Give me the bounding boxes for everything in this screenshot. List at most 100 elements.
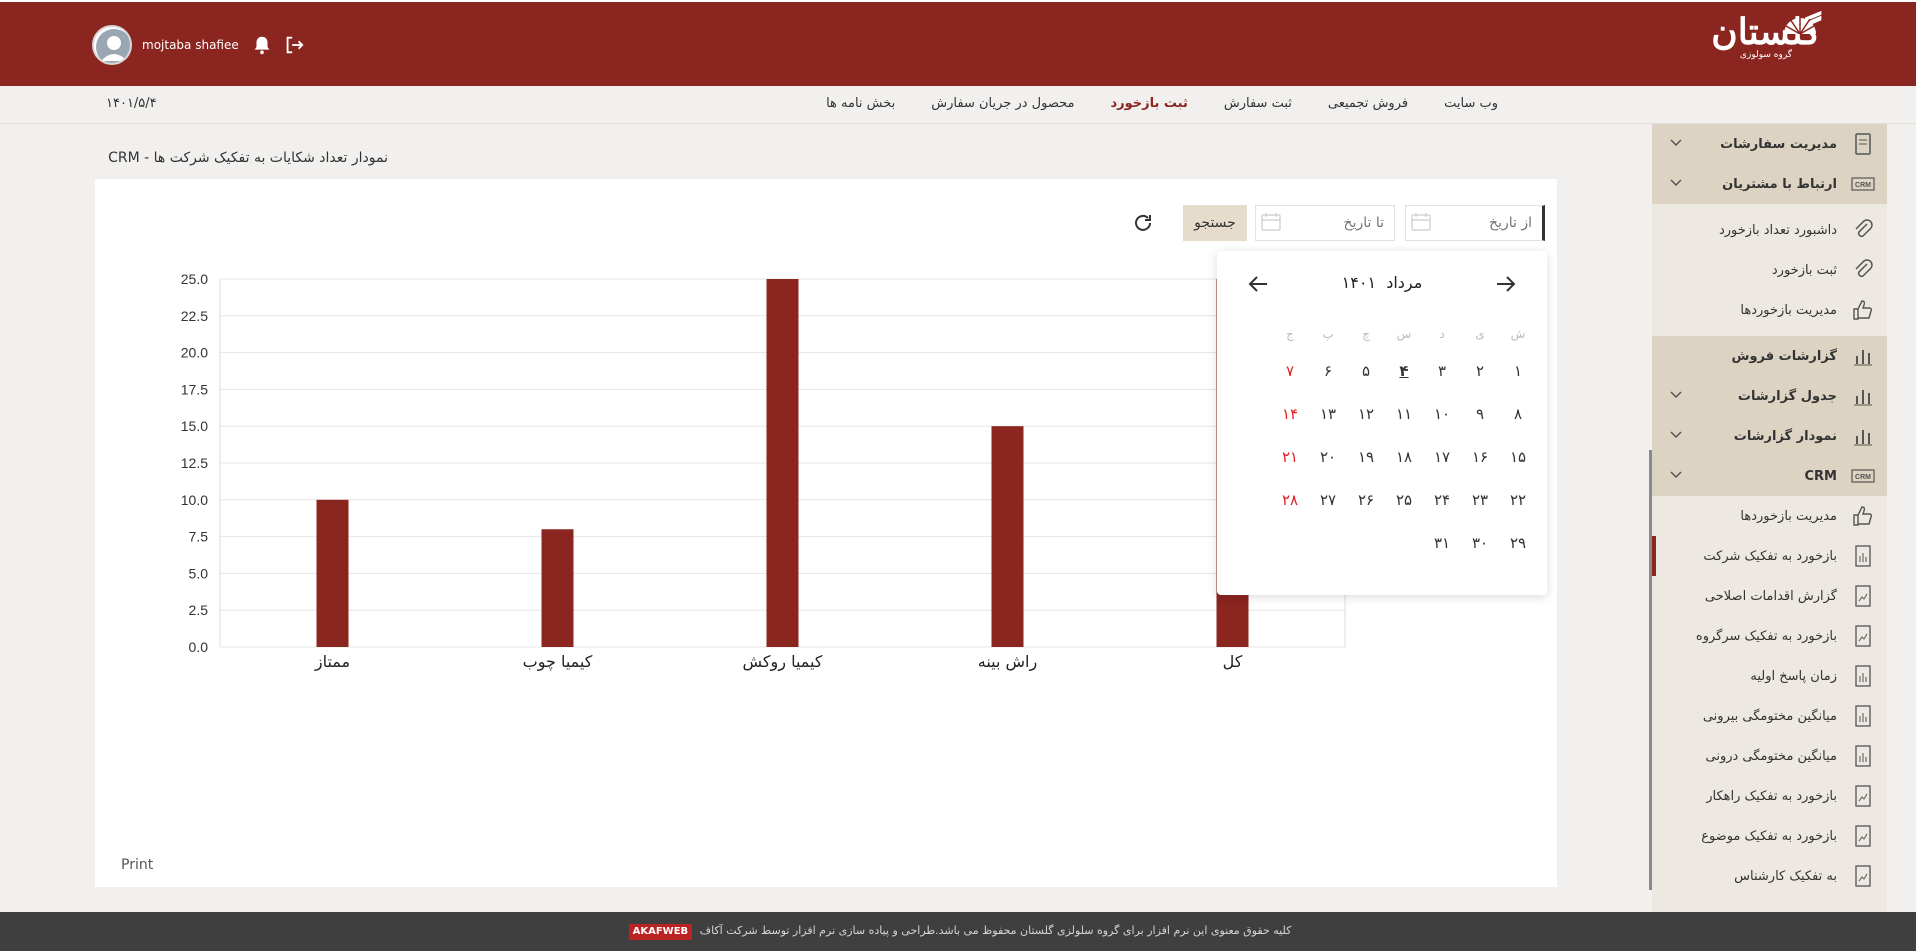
calendar-day[interactable]: ۳ (1423, 355, 1461, 387)
calendar-day[interactable]: ۲۵ (1385, 484, 1423, 516)
next-month-arrow-icon[interactable] (1493, 273, 1517, 295)
calendar-day[interactable]: ۱۵ (1499, 441, 1537, 473)
y-tick-label: 2.5 (189, 602, 209, 618)
line-report-icon (1855, 625, 1871, 647)
calendar-day[interactable]: ۱۱ (1385, 398, 1423, 430)
report-icon (1855, 705, 1871, 727)
month-label: مرداد (1386, 273, 1423, 292)
calendar-day[interactable]: ۶ (1309, 355, 1347, 387)
calendar-day[interactable]: ۲۸ (1271, 484, 1309, 516)
chevron-down-icon[interactable] (1670, 470, 1682, 480)
calendar-day[interactable]: ۲۳ (1461, 484, 1499, 516)
sidebar-item[interactable]: مدیریت بازخوردها (1652, 290, 1887, 330)
chart-bar (541, 529, 574, 647)
sidebar-item[interactable]: بازخورد به تفکیک شرکت (1652, 536, 1887, 576)
weekday-label: س (1396, 327, 1412, 341)
sidebar-item[interactable]: جدول گزارشات (1652, 376, 1887, 416)
nav-links: وب سایت فروش تجمیعی ثبت سفارش ثبت بازخورد مح… (808, 96, 1516, 111)
akafweb-logo[interactable]: AKAFWEB (628, 924, 693, 940)
logout-icon[interactable] (283, 34, 305, 56)
report-icon (1855, 545, 1871, 567)
search-button[interactable]: جستجو (1183, 205, 1247, 241)
footer-text: کلیه حقوق معنوی این نرم افزار برای گروه … (699, 924, 1292, 937)
calendar-day[interactable]: ۲۲ (1499, 484, 1537, 516)
sidebar-item[interactable]: بازخورد به تفکیک موضوع (1652, 816, 1887, 856)
calendar-day[interactable]: ۱۳ (1309, 398, 1347, 430)
company-logo[interactable]: گلستان گروه سولوزی (1706, 10, 1826, 74)
bar-chart-icon (1854, 350, 1872, 366)
calendar-day[interactable]: ۱۸ (1385, 441, 1423, 473)
calendar-day[interactable]: ۱۹ (1347, 441, 1385, 473)
weekday-label: پ (1322, 327, 1334, 341)
sidebar-item[interactable]: نمودار گزارشات (1652, 416, 1887, 456)
print-link[interactable]: Print (121, 857, 153, 873)
sidebar-item[interactable]: بازخورد به تفکیک سرگروه (1652, 616, 1887, 656)
calendar-day[interactable]: ۱۴ (1271, 398, 1309, 430)
calendar-day[interactable]: ۵ (1347, 355, 1385, 387)
crm-icon: CRM (1851, 469, 1875, 483)
calendar-day[interactable]: ۲۱ (1271, 441, 1309, 473)
weekday-label: ش (1510, 327, 1526, 341)
nav-link[interactable]: ثبت سفارش (1206, 96, 1310, 111)
calendar-day[interactable]: ۲۴ (1423, 484, 1461, 516)
sidebar-item-label: جدول گزارشات (1737, 388, 1837, 404)
chevron-down-icon[interactable] (1670, 178, 1682, 188)
sidebar-item[interactable]: CRM ارتباط با مشتریان (1652, 164, 1887, 204)
calendar-day[interactable]: ۲۶ (1347, 484, 1385, 516)
chevron-down-icon[interactable] (1670, 390, 1682, 400)
calendar-day[interactable]: ۱۷ (1423, 441, 1461, 473)
line-report-icon (1855, 585, 1871, 607)
sidebar-item[interactable]: CRM CRM (1652, 456, 1887, 496)
sidebar-item[interactable]: داشبورد تعداد بازخورد (1652, 210, 1887, 250)
calendar-day[interactable]: ۲۹ (1499, 527, 1537, 559)
calendar-day[interactable]: ۲ (1461, 355, 1499, 387)
sidebar-item[interactable]: گزارشات فروش (1652, 336, 1887, 376)
refresh-icon[interactable] (1131, 211, 1155, 235)
sidebar-item[interactable]: میانگین مختومگی بیرونی (1652, 696, 1887, 736)
sidebar-item[interactable]: مدیریت بازخوردها (1652, 496, 1887, 536)
date-picker-popup: مرداد ۱۴۰۱ ش ی د س چ پ ج ۱ ۲ ۳ ۴ ۵ ۶ ۷ ۸ ۹ ۱۰ ۱۱ ۱۲ ۱۳ ۱۴ ۱۵ ۱… (1217, 251, 1547, 595)
line-report-icon (1855, 865, 1871, 887)
sidebar-item-label: مدیریت بازخوردها (1740, 508, 1837, 524)
x-category-label: راش بینه (978, 652, 1037, 672)
sidebar-item[interactable]: به تفکیک کارشناس (1652, 856, 1887, 896)
sidebar-item[interactable]: بازخورد به تفکیک راهکار (1652, 776, 1887, 816)
nav-link[interactable]: فروش تجمیعی (1310, 96, 1426, 111)
nav-link[interactable]: ثبت بازخورد (1092, 96, 1205, 111)
y-tick-label: 5.0 (189, 565, 209, 581)
calendar-day[interactable]: ۳۰ (1461, 527, 1499, 559)
chevron-down-icon[interactable] (1670, 430, 1682, 440)
calendar-day[interactable]: ۱۰ (1423, 398, 1461, 430)
year-label: ۱۴۰۱ (1341, 273, 1377, 292)
calendar-day[interactable]: ۱ (1499, 355, 1537, 387)
thumbs-up-icon (1853, 300, 1873, 320)
nav-link[interactable]: محصول در جریان سفارش (913, 96, 1092, 111)
sidebar-item[interactable]: زمان پاسخ اولیه (1652, 656, 1887, 696)
nav-link[interactable]: وب سایت (1426, 96, 1516, 111)
calendar-day[interactable]: ۱۶ (1461, 441, 1499, 473)
calendar-day[interactable]: ۱۲ (1347, 398, 1385, 430)
calendar-day[interactable]: ۹ (1461, 398, 1499, 430)
chevron-down-icon[interactable] (1670, 138, 1682, 148)
user-avatar-icon (96, 29, 130, 63)
calendar-day[interactable]: ۲۰ (1309, 441, 1347, 473)
sidebar-item[interactable]: ثبت بازخورد (1652, 250, 1887, 290)
footer: کلیه حقوق معنوی این نرم افزار برای گروه … (0, 912, 1916, 951)
calendar-day[interactable]: ۴ (1385, 355, 1423, 387)
calendar-icon[interactable] (1411, 213, 1431, 231)
y-tick-label: 25.0 (181, 271, 208, 287)
sidebar-item-label: میانگین مختومگی بیرونی (1702, 708, 1837, 724)
calendar-day[interactable]: ۷ (1271, 355, 1309, 387)
sidebar-item-label: ثبت بازخورد (1771, 262, 1837, 278)
calendar-day[interactable]: ۸ (1499, 398, 1537, 430)
sidebar-item[interactable]: گزارش اقدامات اصلاحی (1652, 576, 1887, 616)
avatar[interactable] (92, 25, 132, 65)
nav-link[interactable]: بخش نامه ها (808, 96, 913, 111)
bell-icon[interactable] (251, 34, 273, 56)
calendar-day[interactable]: ۳۱ (1423, 527, 1461, 559)
calendar-icon[interactable] (1261, 213, 1281, 231)
sidebar-item[interactable]: میانگین مختومگی درونی (1652, 736, 1887, 776)
calendar-day[interactable]: ۲۷ (1309, 484, 1347, 516)
sidebar-item[interactable]: مدیریت سفارشات (1652, 124, 1887, 164)
y-tick-label: 0.0 (189, 639, 209, 655)
